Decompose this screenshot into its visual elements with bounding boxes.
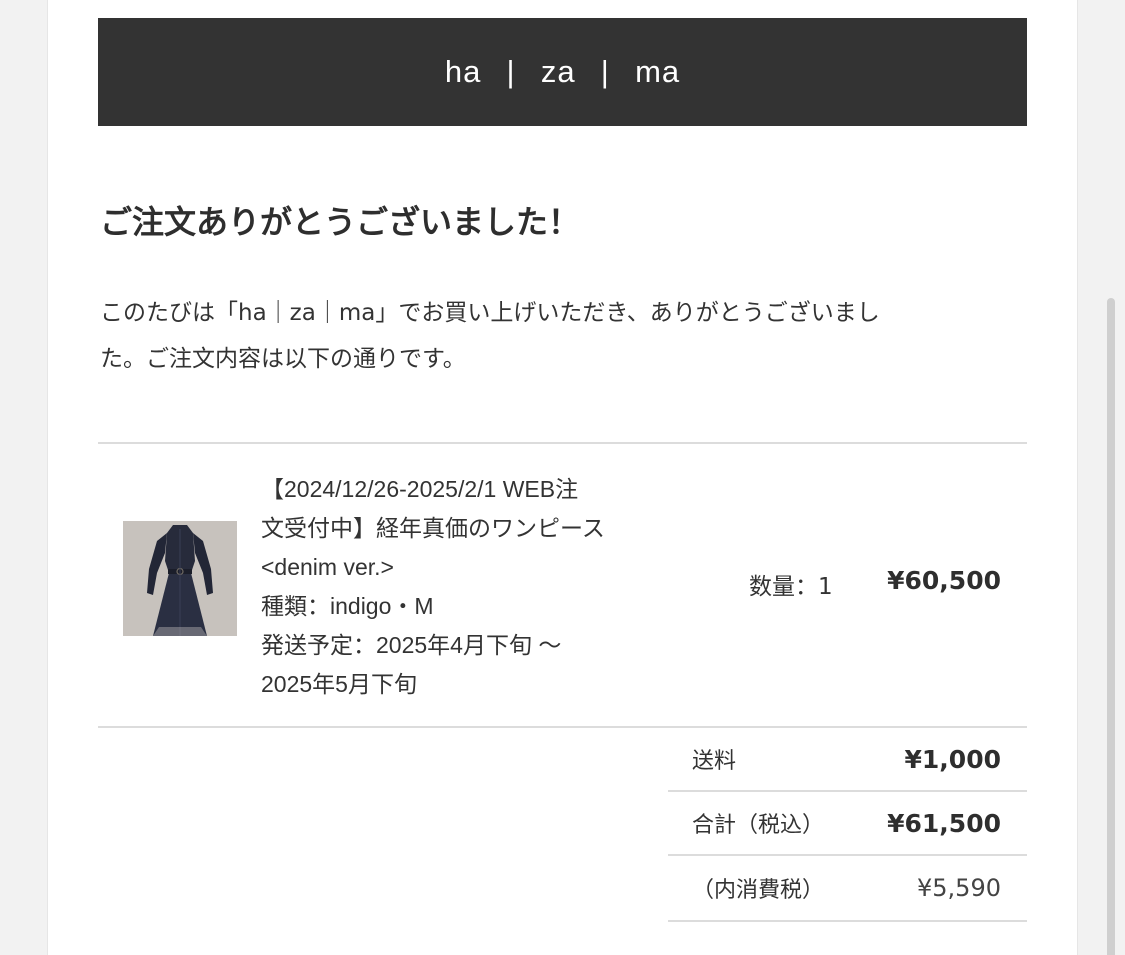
total-label: 合計（税込） — [692, 813, 825, 838]
summary-row-total: 合計（税込） ¥61,500 — [668, 792, 1027, 856]
message-line-1: このたびは「ha｜za｜ma」でお買い上げいただき、ありがとうございまし — [100, 300, 880, 326]
divider — [98, 442, 1027, 444]
product-details: 【2024/12/26-2025/2/1 WEB注 文受付中】経年真価のワンピー… — [261, 470, 681, 704]
brand-header: ha | za | ma — [98, 18, 1027, 126]
shipping-schedule-line-1: 発送予定：2025年4月下旬 〜 — [261, 632, 562, 658]
product-variant: 種類：indigo・M — [261, 593, 434, 619]
order-summary: 送料 ¥1,000 合計（税込） ¥61,500 （内消費税） ¥5,590 — [668, 728, 1027, 922]
shipping-value: ¥1,000 — [904, 744, 1001, 774]
brand-logo-text: ha | za | ma — [444, 54, 681, 89]
summary-row-tax: （内消費税） ¥5,590 — [668, 856, 1027, 922]
product-name-line-3[interactable]: <denim ver.> — [261, 548, 681, 587]
page-title: ご注文ありがとうございました！ — [100, 203, 581, 241]
shipping-schedule-line-2: 2025年5月下旬 — [261, 671, 417, 697]
dress-icon — [123, 521, 237, 636]
message-line-2: た。ご注文内容は以下の通りです。 — [100, 346, 466, 372]
summary-row-shipping: 送料 ¥1,000 — [668, 728, 1027, 792]
item-quantity: 数量：1 — [749, 574, 833, 600]
scrollbar-thumb[interactable] — [1107, 298, 1115, 955]
product-name-line-1[interactable]: 【2024/12/26-2025/2/1 WEB注 — [261, 470, 681, 509]
tax-value: ¥5,590 — [917, 874, 1001, 902]
total-value: ¥61,500 — [887, 808, 1001, 838]
tax-label: （内消費税） — [692, 878, 825, 903]
thank-you-message: このたびは「ha｜za｜ma」でお買い上げいただき、ありがとうございまし た。ご… — [100, 290, 1000, 382]
shipping-label: 送料 — [692, 749, 737, 774]
item-price: ¥60,500 — [887, 566, 1001, 595]
product-thumbnail[interactable] — [123, 521, 237, 636]
product-name-line-2[interactable]: 文受付中】経年真価のワンピース — [261, 509, 681, 548]
